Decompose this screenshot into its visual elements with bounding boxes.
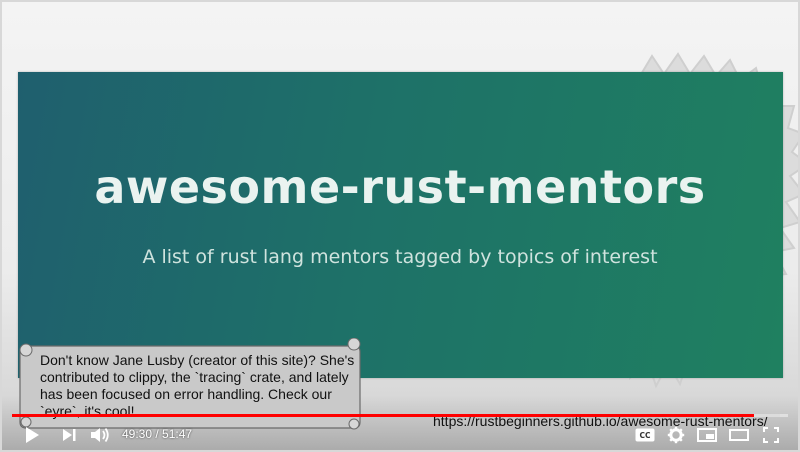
settings-button[interactable]	[664, 424, 688, 446]
play-icon	[26, 427, 39, 443]
miniplayer-icon	[697, 428, 717, 442]
svg-text:CC: CC	[639, 431, 651, 440]
annotation-text: Don't know Jane Lusby (creator of this s…	[40, 352, 355, 419]
fullscreen-icon	[763, 427, 779, 443]
time-display: 49:30 / 51:47	[122, 427, 192, 441]
miniplayer-button[interactable]	[695, 424, 719, 446]
current-time: 49:30	[122, 427, 153, 441]
theater-button[interactable]	[727, 424, 751, 446]
settings-icon	[667, 426, 685, 444]
banner-title: awesome-rust-mentors	[94, 160, 706, 214]
progress-played	[12, 414, 754, 417]
fullscreen-button[interactable]	[759, 424, 783, 446]
banner-subtitle: A list of rust lang mentors tagged by to…	[142, 246, 658, 268]
next-button[interactable]	[57, 424, 81, 446]
volume-button[interactable]	[88, 424, 112, 446]
player-controls: 49:30 / 51:47 CC	[0, 420, 800, 450]
theater-icon	[729, 429, 749, 441]
captions-icon: CC	[635, 428, 655, 442]
next-icon	[63, 429, 76, 441]
volume-icon	[91, 427, 109, 443]
play-button[interactable]	[20, 424, 44, 446]
duration: 51:47	[162, 427, 193, 441]
title-banner	[18, 72, 783, 378]
progress-bar[interactable]	[12, 414, 788, 417]
captions-button[interactable]: CC	[633, 424, 657, 446]
time-separator: /	[152, 427, 163, 441]
video-player[interactable]: awesome-rust-mentors A list of rust lang…	[0, 0, 800, 452]
